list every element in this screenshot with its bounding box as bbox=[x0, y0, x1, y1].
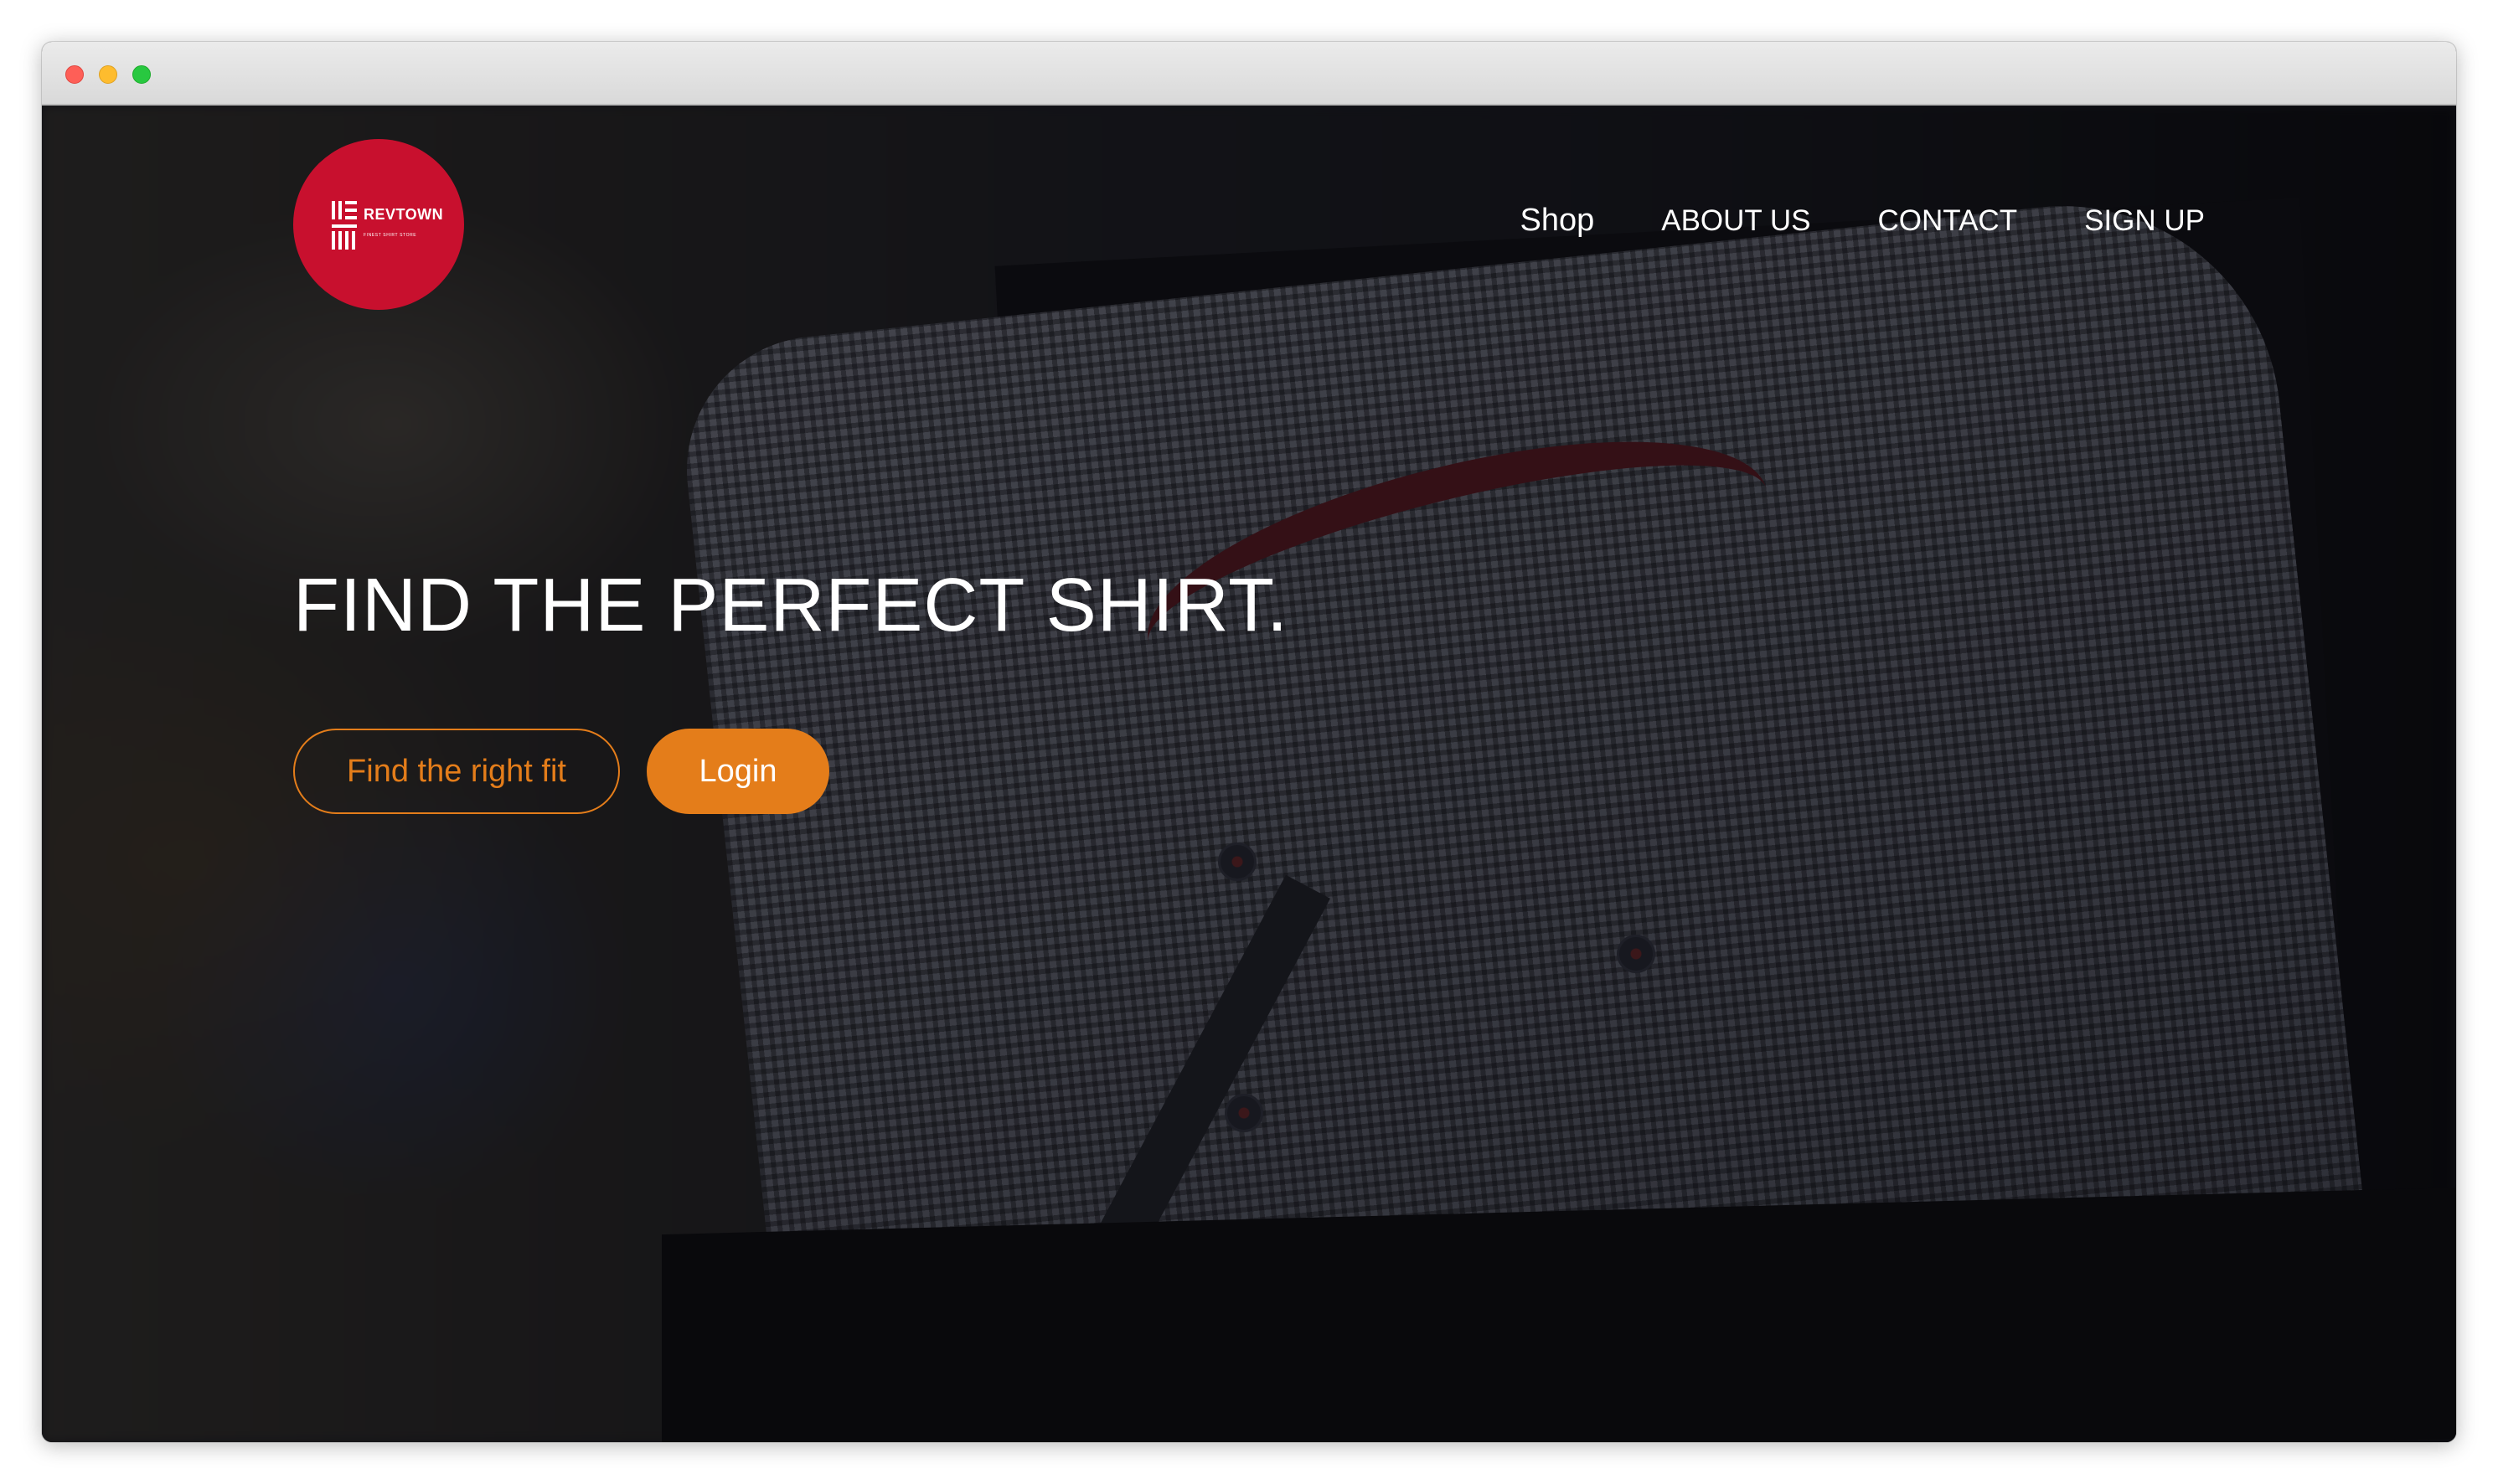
brand-name: REVTOWN bbox=[364, 206, 444, 223]
main-nav: Shop ABOUT US CONTACT SIGN UP bbox=[1520, 203, 2205, 239]
hero-section: REVTOWN FINEST SHIRT STORE Shop ABOUT US… bbox=[42, 106, 2456, 1442]
close-window-button[interactable] bbox=[65, 65, 84, 84]
logo-mark-icon bbox=[332, 201, 357, 250]
brand-logo[interactable]: REVTOWN FINEST SHIRT STORE bbox=[293, 139, 464, 310]
nav-link-contact[interactable]: CONTACT bbox=[1878, 204, 2018, 238]
nav-link-shop[interactable]: Shop bbox=[1520, 203, 1594, 239]
nav-link-sign-up[interactable]: SIGN UP bbox=[2084, 204, 2205, 238]
browser-window: REVTOWN FINEST SHIRT STORE Shop ABOUT US… bbox=[42, 42, 2456, 1442]
hero-cta-row: Find the right fit Login bbox=[293, 729, 829, 814]
window-titlebar bbox=[42, 42, 2456, 106]
find-right-fit-button[interactable]: Find the right fit bbox=[293, 729, 620, 814]
nav-link-about-us[interactable]: ABOUT US bbox=[1661, 204, 1810, 238]
login-button[interactable]: Login bbox=[647, 729, 829, 814]
brand-tagline: FINEST SHIRT STORE bbox=[364, 233, 417, 238]
hero-headline: FIND THE PERFECT SHIRT. bbox=[293, 564, 1289, 647]
zoom-window-button[interactable] bbox=[132, 65, 151, 84]
minimize-window-button[interactable] bbox=[99, 65, 117, 84]
